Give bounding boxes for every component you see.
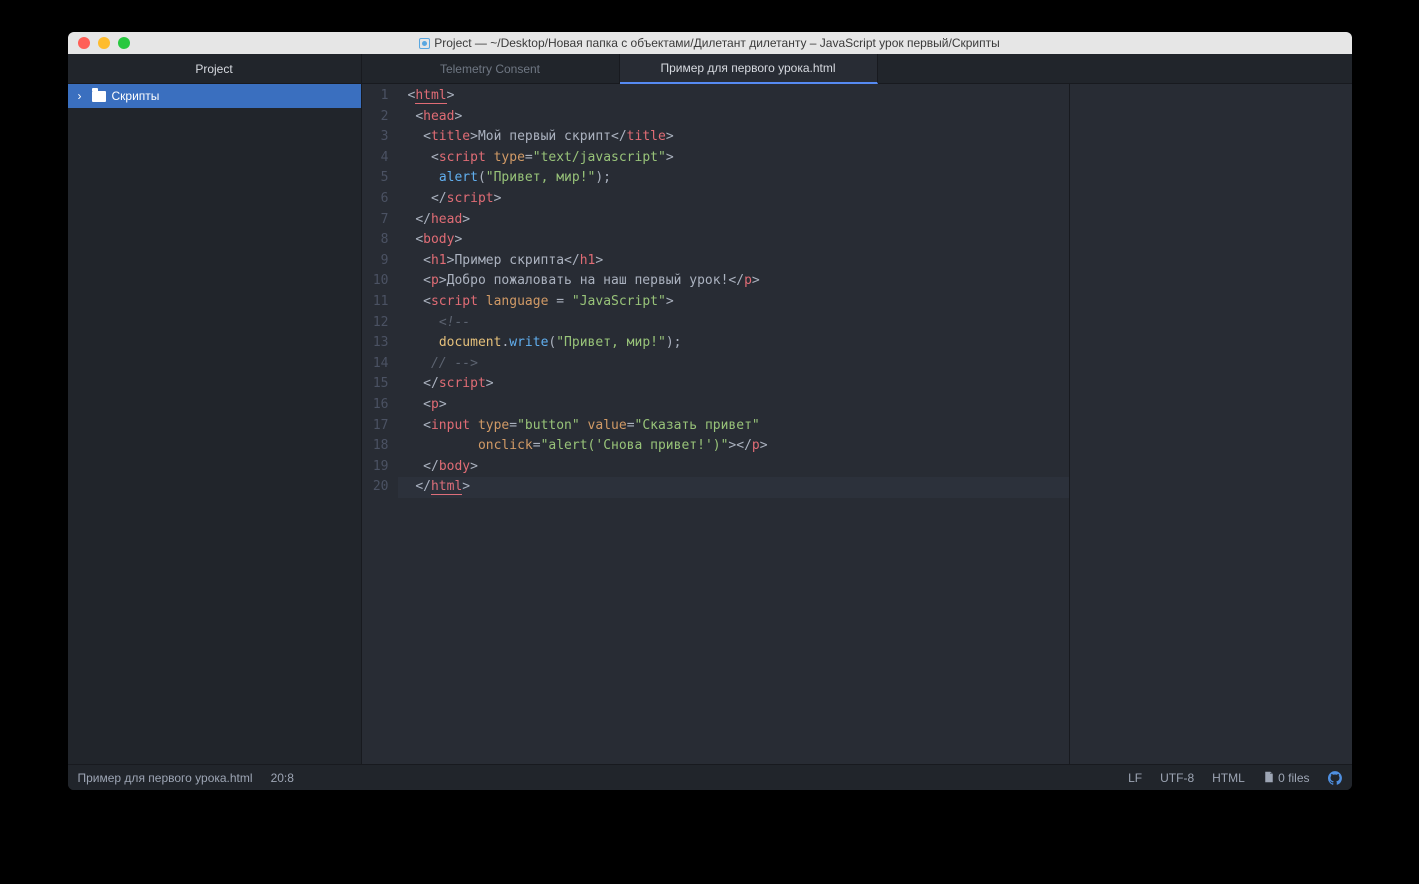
app-window: Project — ~/Desktop/Новая папка с объект… bbox=[68, 32, 1352, 790]
close-window-button[interactable] bbox=[78, 37, 90, 49]
minimap-area bbox=[1070, 84, 1352, 764]
code-line[interactable]: <p> bbox=[408, 395, 1069, 416]
tab-1[interactable]: Пример для первого урока.html bbox=[620, 54, 878, 84]
code-line[interactable]: <script language = "JavaScript"> bbox=[408, 292, 1069, 313]
tab-label: Пример для первого урока.html bbox=[660, 61, 835, 75]
code-line[interactable]: <script type="text/javascript"> bbox=[408, 148, 1069, 169]
project-pane-label: Project bbox=[195, 62, 232, 76]
status-git-label: 0 files bbox=[1278, 771, 1309, 785]
code-line[interactable]: </script> bbox=[408, 189, 1069, 210]
project-pane-header[interactable]: Project bbox=[68, 54, 362, 84]
code-line[interactable]: <!-- bbox=[408, 313, 1069, 334]
chevron-right-icon: › bbox=[78, 89, 86, 103]
code-line[interactable]: document.write("Привет, мир!"); bbox=[408, 333, 1069, 354]
window-title: Project — ~/Desktop/Новая папка с объект… bbox=[434, 36, 1000, 50]
status-cursor[interactable]: 20:8 bbox=[271, 771, 294, 785]
file-icon bbox=[1263, 771, 1275, 783]
code-line[interactable]: <title>Мой первый скрипт</title> bbox=[408, 127, 1069, 148]
code-line[interactable]: </script> bbox=[408, 374, 1069, 395]
code-line[interactable]: <p>Добро пожаловать на наш первый урок!<… bbox=[408, 271, 1069, 292]
code-line[interactable]: onclick="alert('Снова привет!')"></p> bbox=[408, 436, 1069, 457]
code-line[interactable]: </html> bbox=[408, 477, 1069, 498]
status-bar: Пример для первого урока.html 20:8 LF UT… bbox=[68, 764, 1352, 790]
editor-area[interactable]: 1234567891011121314151617181920 <html> <… bbox=[362, 84, 1352, 764]
tab-0[interactable]: Telemetry Consent bbox=[362, 54, 620, 84]
code-line[interactable]: <html> bbox=[408, 86, 1069, 107]
app-icon bbox=[419, 38, 430, 49]
status-eol[interactable]: LF bbox=[1128, 771, 1142, 785]
status-git[interactable]: 0 files bbox=[1263, 771, 1310, 785]
code-line[interactable]: alert("Привет, мир!"); bbox=[408, 168, 1069, 189]
tree-folder-scripts[interactable]: › Скрипты bbox=[68, 84, 361, 108]
code-line[interactable]: <h1>Пример скрипта</h1> bbox=[408, 251, 1069, 272]
maximize-window-button[interactable] bbox=[118, 37, 130, 49]
project-tree[interactable]: › Скрипты bbox=[68, 84, 362, 764]
tree-item-label: Скрипты bbox=[112, 89, 160, 103]
main-body: › Скрипты 123456789101112131415161718192… bbox=[68, 84, 1352, 764]
tab-label: Telemetry Consent bbox=[440, 62, 540, 76]
code-line[interactable]: <input type="button" value="Сказать прив… bbox=[408, 416, 1069, 437]
titlebar: Project — ~/Desktop/Новая папка с объект… bbox=[68, 32, 1352, 54]
code-line[interactable]: </head> bbox=[408, 210, 1069, 231]
folder-icon bbox=[92, 91, 106, 102]
traffic-lights bbox=[68, 37, 130, 49]
status-file[interactable]: Пример для первого урока.html bbox=[78, 771, 253, 785]
status-grammar[interactable]: HTML bbox=[1212, 771, 1245, 785]
line-gutter: 1234567891011121314151617181920 bbox=[362, 84, 398, 764]
minimize-window-button[interactable] bbox=[98, 37, 110, 49]
code-line[interactable]: <head> bbox=[408, 107, 1069, 128]
status-encoding[interactable]: UTF-8 bbox=[1160, 771, 1194, 785]
code-editor[interactable]: <html> <head> <title>Мой первый скрипт</… bbox=[398, 84, 1070, 764]
code-line[interactable]: </body> bbox=[408, 457, 1069, 478]
github-icon[interactable] bbox=[1328, 771, 1342, 785]
code-line[interactable]: <body> bbox=[408, 230, 1069, 251]
code-line[interactable]: // --> bbox=[408, 354, 1069, 375]
tab-bar: Project Telemetry Consent Пример для перв… bbox=[68, 54, 1352, 84]
